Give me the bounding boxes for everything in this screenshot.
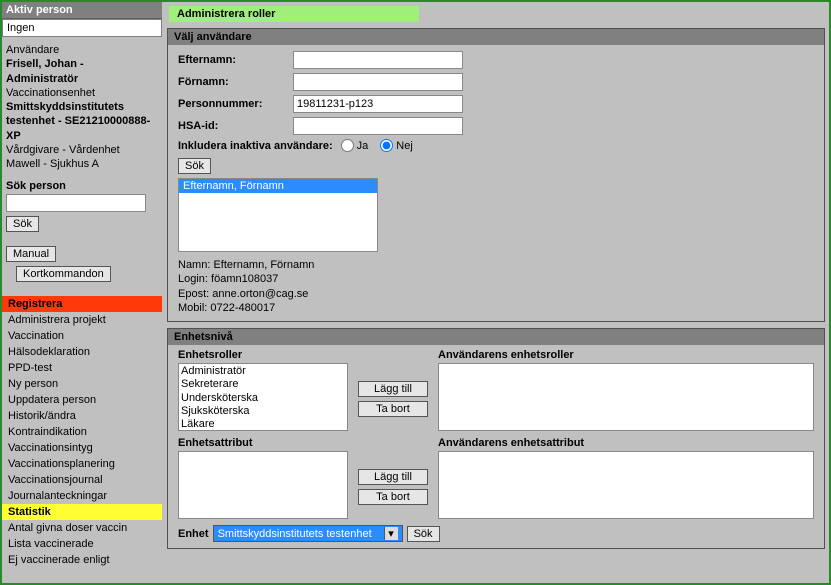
menu-item[interactable]: PPD-test: [2, 360, 162, 376]
firstname-input[interactable]: [293, 73, 463, 91]
attrs-remove-button[interactable]: Ta bort: [358, 489, 428, 505]
menu-item[interactable]: Administrera projekt: [2, 312, 162, 328]
chevron-down-icon: ▾: [384, 527, 398, 540]
menu-item[interactable]: Hälsodeklaration: [2, 344, 162, 360]
info-name-label: Namn:: [178, 259, 210, 271]
info-mobile-label: Mobil:: [178, 302, 207, 314]
enhet-search-button[interactable]: Sök: [407, 526, 440, 542]
personnummer-input[interactable]: [293, 95, 463, 113]
search-person-label: Sök person: [6, 180, 158, 192]
kortkommandon-button[interactable]: Kortkommandon: [16, 266, 111, 282]
roles-listbox[interactable]: AdministratörSekreterareUndersköterskaSj…: [178, 363, 348, 431]
info-email-label: Epost:: [178, 288, 209, 300]
enhet-label: Enhet: [178, 528, 209, 540]
user-listbox[interactable]: Efternamn, Förnamn: [178, 178, 378, 252]
user-list-selected[interactable]: Efternamn, Förnamn: [179, 179, 377, 193]
level-panel-title: Enhetsnivå: [168, 329, 824, 345]
menu-item[interactable]: Ny person: [2, 376, 162, 392]
search-person-button[interactable]: Sök: [6, 216, 39, 232]
personnummer-label: Personnummer:: [178, 98, 293, 110]
menu-item[interactable]: Vaccinationsplanering: [2, 456, 162, 472]
firstname-label: Förnamn:: [178, 76, 293, 88]
role-item[interactable]: Administratör: [181, 365, 345, 378]
menu-item[interactable]: Historik/ändra: [2, 408, 162, 424]
attrs-add-button[interactable]: Lägg till: [358, 469, 428, 485]
unit-label: Vaccinationsenhet: [6, 86, 158, 100]
attrs-listbox[interactable]: [178, 451, 348, 519]
role-item[interactable]: Läkare: [181, 418, 345, 431]
inactive-ja-label: Ja: [357, 140, 369, 152]
info-name-value: Efternamn, Förnamn: [213, 259, 314, 271]
hsa-label: HSA-id:: [178, 120, 293, 132]
role-item[interactable]: Undersköterska: [181, 392, 345, 405]
user-label: Användare: [6, 43, 158, 57]
active-person-label: Aktiv person: [2, 2, 162, 19]
user-roles-listbox[interactable]: [438, 363, 814, 431]
attrs-label: Enhetsattribut: [178, 437, 348, 449]
menu-item[interactable]: Kontraindikation: [2, 424, 162, 440]
lastname-input[interactable]: [293, 51, 463, 69]
user-search-button[interactable]: Sök: [178, 158, 211, 174]
menu-statistik[interactable]: Statistik: [2, 504, 162, 520]
manual-button[interactable]: Manual: [6, 246, 56, 262]
info-login-label: Login:: [178, 273, 208, 285]
roles-add-button[interactable]: Lägg till: [358, 381, 428, 397]
user-attrs-label: Användarens enhetsattribut: [438, 437, 814, 449]
user-name: Frisell, Johan - Administratör: [6, 58, 84, 84]
search-person-input[interactable]: [6, 194, 146, 212]
enhet-select[interactable]: Smittskyddsinstitutets testenhet ▾: [213, 525, 403, 542]
enhet-select-value: Smittskyddsinstitutets testenhet: [218, 528, 372, 540]
provider-value: Mawell - Sjukhus A: [6, 157, 158, 171]
active-person-value: Ingen: [2, 19, 162, 37]
menu-item[interactable]: Vaccinationsintyg: [2, 440, 162, 456]
roles-label: Enhetsroller: [178, 349, 348, 361]
menu-item[interactable]: Ej vaccinerade enligt: [2, 552, 162, 568]
inactive-nej-radio[interactable]: [380, 139, 393, 152]
menu-item[interactable]: Lista vaccinerade: [2, 536, 162, 552]
info-mobile-value: 0722-480017: [210, 302, 275, 314]
menu-item[interactable]: Vaccinationsjournal: [2, 472, 162, 488]
roles-remove-button[interactable]: Ta bort: [358, 401, 428, 417]
role-item[interactable]: Sjuksköterska: [181, 405, 345, 418]
provider-label: Vårdgivare - Vårdenhet: [6, 143, 158, 157]
user-attrs-listbox[interactable]: [438, 451, 814, 519]
hsa-input[interactable]: [293, 117, 463, 135]
info-email-value: anne.orton@cag.se: [212, 288, 308, 300]
unit-name: Smittskyddsinstitutets testenhet - SE212…: [6, 101, 150, 142]
menu-item[interactable]: Vaccination: [2, 328, 162, 344]
inactive-ja-radio[interactable]: [341, 139, 354, 152]
page-title: Administrera roller: [169, 6, 419, 22]
menu-item[interactable]: Journalanteckningar: [2, 488, 162, 504]
menu-item[interactable]: Uppdatera person: [2, 392, 162, 408]
lastname-label: Efternamn:: [178, 54, 293, 66]
role-item[interactable]: Sekreterare: [181, 378, 345, 391]
inactive-nej-label: Nej: [396, 140, 413, 152]
user-roles-label: Användarens enhetsroller: [438, 349, 814, 361]
inactive-label: Inkludera inaktiva användare:: [178, 140, 333, 152]
menu-registrera[interactable]: Registrera: [2, 296, 162, 312]
menu-item[interactable]: Antal givna doser vaccin: [2, 520, 162, 536]
info-login-value: föamn108037: [211, 273, 278, 285]
user-panel-title: Välj användare: [168, 29, 824, 45]
